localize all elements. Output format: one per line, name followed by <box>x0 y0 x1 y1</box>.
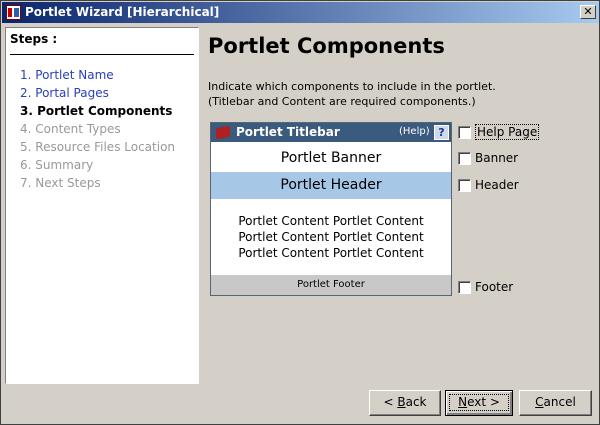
page-title: Portlet Components <box>208 34 445 58</box>
preview-titlebar: Portlet Titlebar (Help) ? <box>211 123 451 142</box>
steps-panel: Steps : 1. Portlet Name 2. Portal Pages … <box>5 27 199 384</box>
wizard-window: Portlet Wizard [Hierarchical] ✕ Steps : … <box>0 0 600 425</box>
close-icon: ✕ <box>583 5 593 18</box>
header-checkbox[interactable] <box>458 178 471 192</box>
preview-content-line: Portlet Content Portlet Content <box>238 230 424 244</box>
banner-label[interactable]: Banner <box>475 151 518 165</box>
help-icon: ? <box>434 125 449 140</box>
window-titlebar[interactable]: Portlet Wizard [Hierarchical] ✕ <box>2 2 599 23</box>
preview-header: Portlet Header <box>211 172 451 199</box>
book-icon <box>216 125 230 140</box>
description-line-1: Indicate which components to include in … <box>208 80 496 93</box>
next-button-focus: Next > <box>449 394 509 411</box>
step-resource-files-location: 5. Resource Files Location <box>20 140 176 154</box>
next-button[interactable]: Next > <box>445 390 513 416</box>
step-portlet-name[interactable]: 1. Portlet Name <box>20 66 175 84</box>
back-button-prefix: < <box>383 395 398 409</box>
steps-header: Steps : <box>10 32 58 46</box>
close-button[interactable]: ✕ <box>580 5 596 19</box>
next-button-label: ext <box>467 395 487 409</box>
next-button-mnemonic: N <box>458 395 468 409</box>
step-portal-pages[interactable]: 2. Portal Pages <box>20 84 175 102</box>
steps-divider <box>10 54 194 55</box>
back-button[interactable]: < Back <box>369 390 441 416</box>
help-page-checkbox[interactable] <box>458 125 471 139</box>
banner-checkbox[interactable] <box>458 151 471 165</box>
banner-option[interactable]: Banner <box>458 150 518 166</box>
page-description: Indicate which components to include in … <box>208 79 496 109</box>
footer-label[interactable]: Footer <box>475 280 513 294</box>
footer-option[interactable]: Footer <box>458 279 513 295</box>
next-button-suffix: > <box>486 395 500 409</box>
header-option[interactable]: Header <box>458 177 519 193</box>
preview-titlebar-text: Portlet Titlebar <box>236 125 340 139</box>
cancel-button-mnemonic: C <box>535 395 544 409</box>
preview-content: Portlet Content Portlet Content Portlet … <box>211 213 451 261</box>
step-next-steps: 7. Next Steps <box>20 176 101 190</box>
back-button-mnemonic: B <box>397 395 406 409</box>
app-icon <box>6 5 21 20</box>
footer-checkbox[interactable] <box>458 280 471 294</box>
step-summary: 6. Summary <box>20 158 94 172</box>
window-title: Portlet Wizard [Hierarchical] <box>25 5 220 19</box>
help-page-option[interactable]: Help Page <box>458 124 540 140</box>
help-page-label[interactable]: Help Page <box>475 124 540 140</box>
description-line-2: (Titlebar and Content are required compo… <box>208 95 476 108</box>
preview-banner: Portlet Banner <box>280 150 382 166</box>
cancel-button[interactable]: Cancel <box>519 390 592 416</box>
portlet-preview: Portlet Titlebar (Help) ? Portlet Banner… <box>210 122 452 296</box>
preview-help-text: (Help) <box>399 126 430 137</box>
header-label[interactable]: Header <box>475 178 519 192</box>
cancel-button-label: ancel <box>543 395 576 409</box>
steps-list: 1. Portlet Name 2. Portal Pages 3. Portl… <box>20 66 175 192</box>
preview-content-line: Portlet Content Portlet Content <box>238 214 424 228</box>
back-button-label: ack <box>405 395 427 409</box>
step-content-types: 4. Content Types <box>20 122 121 136</box>
preview-footer: Portlet Footer <box>211 275 451 295</box>
step-portlet-components: 3. Portlet Components <box>20 104 173 118</box>
preview-content-line: Portlet Content Portlet Content <box>238 246 424 260</box>
